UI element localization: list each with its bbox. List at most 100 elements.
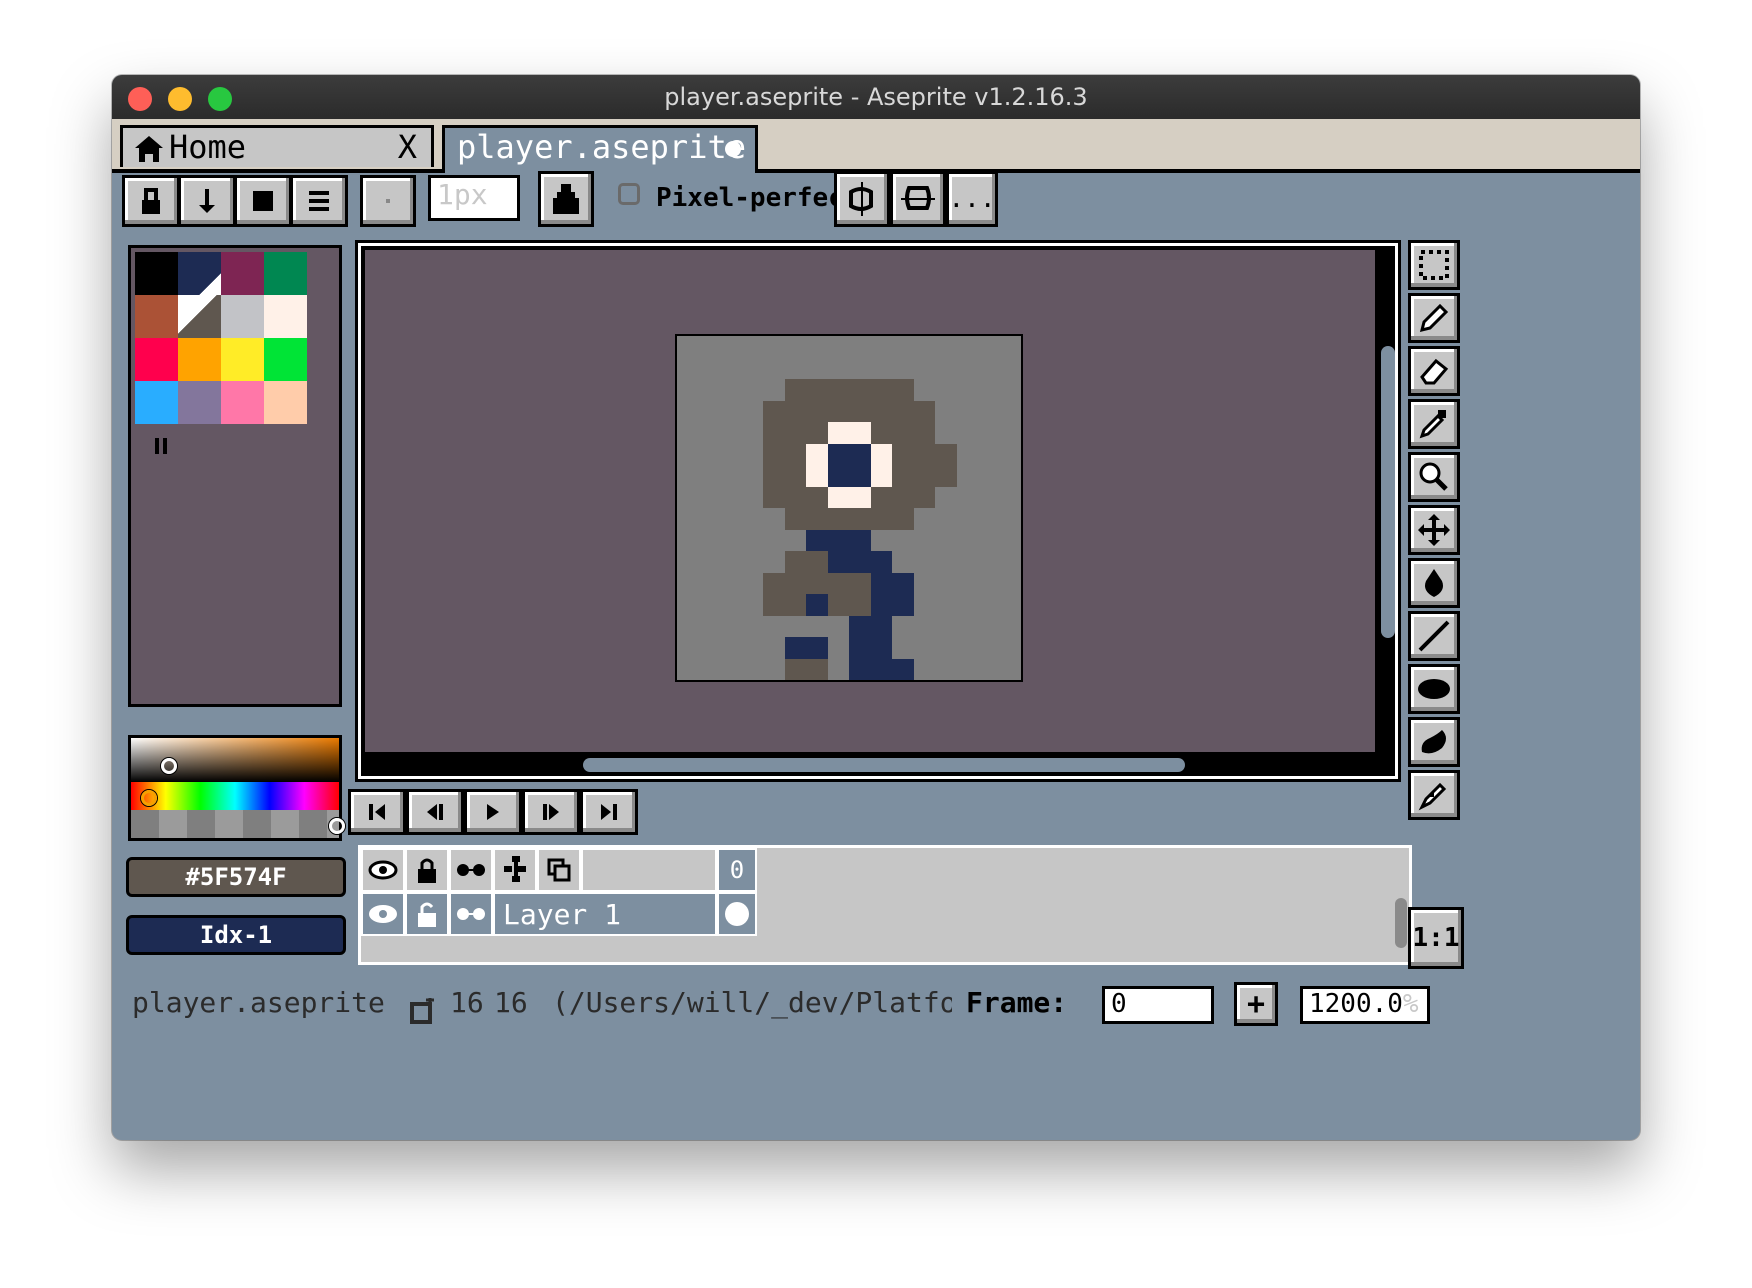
palette-swatch[interactable] (264, 338, 307, 381)
palette-swatch[interactable] (178, 381, 221, 424)
tab-close-icon[interactable]: X (398, 128, 417, 166)
onion-skin-header[interactable] (537, 848, 581, 892)
palette-resize-handle[interactable] (155, 438, 167, 454)
zoom-tool[interactable] (1408, 452, 1460, 502)
foreground-color-button[interactable]: #5F574F (126, 857, 346, 897)
play-button[interactable] (464, 789, 522, 835)
palette-swatch[interactable] (178, 338, 221, 381)
lock-header[interactable] (405, 848, 449, 892)
frame-input[interactable]: 0 (1102, 986, 1214, 1024)
sprite-pixel (870, 572, 914, 616)
paint-bucket-tool[interactable] (1408, 558, 1460, 608)
palette-swatch[interactable] (221, 381, 264, 424)
pencil-tool[interactable] (1408, 293, 1460, 343)
color-picker[interactable] (128, 735, 345, 841)
hue-handle[interactable] (141, 790, 157, 806)
sort-palette-button[interactable] (178, 175, 236, 227)
contour-tool[interactable] (1408, 717, 1460, 767)
canvas-background[interactable] (365, 250, 1375, 752)
cel-frame-0[interactable] (717, 892, 757, 936)
symmetry-horizontal-button[interactable] (890, 171, 946, 227)
first-frame-button[interactable] (348, 789, 406, 835)
pixel-perfect-checkbox[interactable] (618, 183, 640, 205)
palette-swatch[interactable] (178, 252, 221, 295)
palette-swatch[interactable] (135, 381, 178, 424)
previous-frame-icon (427, 804, 443, 820)
timeline[interactable]: 0 Layer 1 (358, 845, 1412, 965)
background-color-button[interactable]: Idx-1 (126, 915, 346, 955)
layer-name-label: Layer 1 (503, 897, 622, 931)
symmetry-vertical-icon (849, 182, 873, 216)
next-frame-button[interactable] (522, 789, 580, 835)
sprite-pixel (849, 615, 892, 637)
horizontal-scrollbar[interactable] (583, 758, 1185, 772)
palette-swatch[interactable] (135, 295, 178, 338)
sv-handle[interactable] (161, 758, 177, 774)
symmetry-vertical-button[interactable] (834, 171, 890, 227)
tab-strip: Home X player.aseprite (112, 119, 1640, 173)
palette-swatch[interactable] (264, 252, 307, 295)
move-tool[interactable] (1408, 505, 1460, 555)
frame-header[interactable]: 0 (717, 848, 757, 892)
alpha-handle[interactable] (329, 818, 345, 834)
sprite-pixel (806, 529, 871, 551)
eraser-tool[interactable] (1408, 346, 1460, 396)
more-label: ... (948, 184, 996, 214)
palette-options-button[interactable] (290, 175, 348, 227)
tab-doc-label: player.aseprite (457, 128, 746, 166)
ellipse-icon (1418, 679, 1450, 699)
palette-swatch[interactable] (221, 295, 264, 338)
palette-swatch[interactable] (264, 381, 307, 424)
tab-player-aseprite[interactable]: player.aseprite (442, 125, 758, 173)
palette-swatch[interactable] (221, 338, 264, 381)
unsaved-dot-icon (725, 141, 741, 157)
menu-icon (309, 191, 329, 211)
tab-home[interactable]: Home X (120, 125, 434, 167)
more-options-button[interactable]: ... (946, 171, 998, 227)
layer-name[interactable]: Layer 1 (493, 892, 717, 936)
zoom-input[interactable]: 1200.0% (1300, 986, 1430, 1024)
ellipse-tool[interactable] (1408, 664, 1460, 714)
arrow-down-icon (199, 189, 215, 213)
sprite-editor[interactable] (355, 240, 1401, 782)
status-bar: player.aseprite 16 16 (/Users/will/_dev/… (112, 980, 1640, 1030)
vertical-scrollbar[interactable] (1381, 346, 1395, 638)
palette-swatch[interactable] (135, 252, 178, 295)
frame-label: Frame: (966, 986, 1068, 1019)
layer-name-header (581, 848, 717, 892)
brush-type-button[interactable] (360, 175, 416, 227)
continuous-header[interactable] (449, 848, 493, 892)
layer-tree-header[interactable] (493, 848, 537, 892)
visibility-header[interactable] (361, 848, 405, 892)
layer-visibility-toggle[interactable] (361, 892, 405, 936)
foreground-hex-label: #5F574F (185, 863, 287, 891)
alpha-slider[interactable] (131, 810, 339, 838)
lock-palette-button[interactable] (122, 175, 180, 227)
hue-slider[interactable] (131, 782, 339, 810)
linked-cels-icon (457, 908, 485, 920)
eraser-icon (1420, 358, 1449, 385)
sprite-canvas[interactable] (675, 334, 1023, 682)
layer-continuous-toggle[interactable] (449, 892, 493, 936)
ink-button[interactable] (538, 171, 594, 227)
onion-skin-icon (547, 858, 571, 882)
sprite-pixel (784, 379, 914, 401)
presets-button[interactable] (234, 175, 292, 227)
palette-swatch[interactable] (221, 252, 264, 295)
line-tool[interactable] (1408, 611, 1460, 661)
layer-lock-toggle[interactable] (405, 892, 449, 936)
add-frame-button[interactable]: + (1234, 982, 1278, 1026)
last-frame-button[interactable] (580, 789, 638, 835)
timeline-vertical-scrollbar[interactable] (1395, 898, 1407, 948)
zoom-value: 1200.0 (1309, 989, 1403, 1019)
rectangular-marquee-tool[interactable] (1408, 240, 1460, 290)
blur-tool[interactable] (1408, 770, 1460, 820)
palette-swatch[interactable] (135, 338, 178, 381)
previous-frame-button[interactable] (406, 789, 464, 835)
palette-swatch[interactable] (178, 295, 221, 338)
palette-swatch[interactable] (264, 295, 307, 338)
next-frame-icon (543, 804, 559, 820)
eyedropper-tool[interactable] (1408, 399, 1460, 449)
brush-size-input[interactable]: 1px (428, 175, 520, 221)
zoom-reset-button[interactable]: 1:1 (1408, 907, 1464, 969)
